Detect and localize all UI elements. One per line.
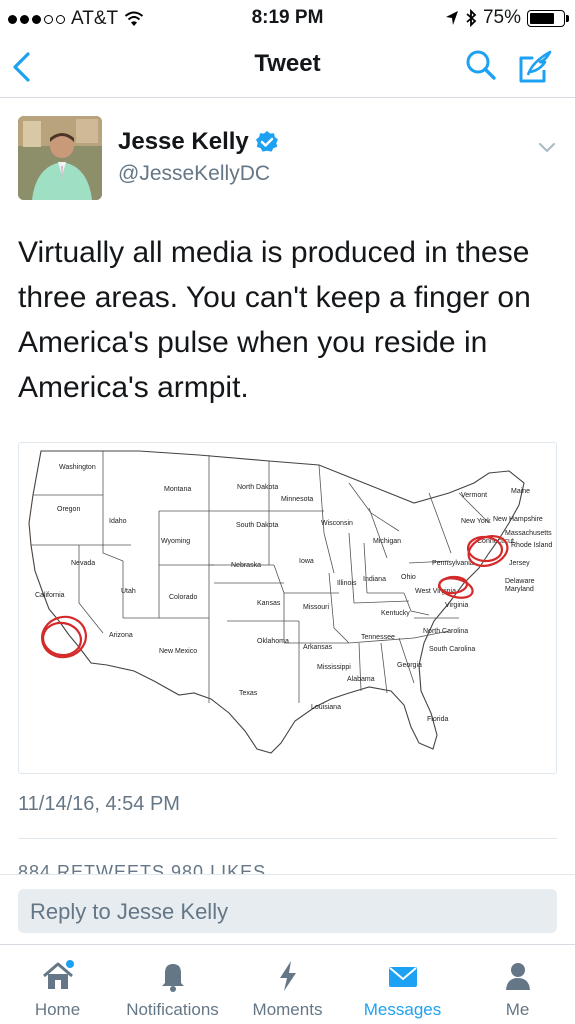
tab-home[interactable]: Home (0, 945, 115, 1024)
map-state-label: Virginia (445, 602, 468, 609)
author-name[interactable]: Jesse Kelly (118, 128, 249, 156)
map-state-label: North Dakota (237, 484, 278, 491)
map-state-label: Idaho (109, 518, 127, 525)
avatar[interactable] (18, 116, 102, 200)
map-state-label: California (35, 592, 65, 599)
map-state-label: New Mexico (159, 648, 197, 655)
tab-notifications[interactable]: Notifications (115, 945, 230, 1024)
tab-notifications-label: Notifications (126, 1000, 219, 1019)
map-state-label: Texas (239, 690, 258, 697)
map-state-label: Delaware (505, 578, 535, 585)
map-state-label: South Carolina (429, 646, 475, 653)
map-state-label: New Hampshire (493, 516, 543, 523)
map-state-label: New York (461, 518, 491, 525)
map-state-label: Nevada (71, 560, 95, 567)
tweet-stats-text[interactable]: 884 RETWEETS 980 LIKES (18, 862, 266, 874)
map-state-label: Arizona (109, 632, 133, 639)
bluetooth-icon (466, 9, 477, 27)
reply-bar: Reply to Jesse Kelly (0, 874, 575, 944)
tweet-header: Jesse Kelly @JesseKellyDC (0, 98, 575, 208)
map-state-label: Oklahoma (257, 638, 289, 645)
map-state-label: South Dakota (236, 522, 279, 529)
location-arrow-icon (445, 11, 458, 25)
map-state-label: Louisiana (311, 704, 341, 711)
tab-moments-label: Moments (252, 1000, 323, 1019)
map-state-label: Alabama (347, 676, 375, 683)
battery-icon (527, 9, 569, 27)
map-state-label: Jersey (509, 560, 530, 567)
author-handle[interactable]: @JesseKellyDC (118, 162, 270, 186)
map-state-label: Nebraska (231, 562, 261, 569)
map-state-label: Tennessee (361, 634, 395, 641)
chevron-down-icon[interactable] (536, 136, 558, 158)
map-state-label: Wyoming (161, 538, 190, 545)
map-state-label: Minnesota (281, 496, 313, 503)
map-state-label: Oregon (57, 506, 80, 513)
battery-percent: 75% (482, 7, 521, 28)
map-state-label: Vermont (461, 492, 487, 499)
map-state-label: Missouri (303, 604, 330, 611)
tweet-stats[interactable]: 884 RETWEETS 980 LIKES (18, 858, 557, 874)
map-state-label: Arkansas (303, 644, 333, 651)
map-state-label: Michigan (373, 538, 401, 545)
compose-icon[interactable] (516, 48, 554, 86)
map-state-label: Pennsylvania (432, 560, 474, 567)
map-state-label: Massachusetts (505, 530, 552, 537)
map-state-label: Washington (59, 464, 96, 471)
map-state-label: Rhode Island (511, 542, 552, 549)
tab-home-label: Home (34, 1000, 81, 1019)
map-state-label: Mississippi (317, 664, 351, 671)
map-state-label: Wisconsin (321, 520, 353, 527)
tab-bar: Home Notifications Moments Messages Me (0, 944, 575, 1024)
person-icon (505, 963, 530, 990)
map-state-label: Maine (511, 488, 530, 495)
map-state-label: Florida (427, 716, 449, 723)
tweet-text: Virtually all media is produced in these… (18, 236, 531, 404)
divider (18, 838, 557, 839)
map-state-label: North Carolina (423, 628, 468, 635)
nav-bar: Tweet (0, 36, 575, 98)
map-state-label: Iowa (299, 558, 314, 565)
map-state-label: Ohio (401, 574, 416, 581)
bell-icon (161, 964, 184, 992)
author-name-row[interactable]: Jesse Kelly (118, 128, 279, 156)
reply-input[interactable]: Reply to Jesse Kelly (18, 889, 557, 933)
map-state-label: Montana (164, 486, 191, 493)
tab-me-label: Me (505, 1000, 530, 1019)
tab-messages[interactable]: Messages (345, 945, 460, 1024)
tweet-media-map[interactable]: Washington Montana North Dakota Minnesota Or… (18, 442, 557, 774)
tab-me[interactable]: Me (460, 945, 575, 1024)
status-bar: AT&T 8:19 PM 75% (0, 0, 575, 36)
map-state-label: Illinois (337, 580, 357, 587)
envelope-icon (388, 967, 417, 987)
map-state-label: Colorado (169, 594, 198, 601)
tab-moments[interactable]: Moments (230, 945, 345, 1024)
status-right: 75% (445, 7, 569, 29)
search-icon[interactable] (463, 48, 499, 84)
map-state-label: Utah (121, 588, 136, 595)
tab-messages-label: Messages (363, 1000, 442, 1019)
map-state-label: Maryland (505, 586, 534, 593)
map-state-label: Georgia (397, 662, 422, 669)
us-map-image: Washington Montana North DakotaMinnesota Or… (28, 450, 552, 754)
home-icon (42, 960, 74, 989)
map-state-label: Kansas (257, 600, 281, 607)
verified-badge-icon (255, 131, 278, 152)
tweet-timestamp: 11/14/16, 4:54 PM (18, 793, 180, 815)
lightning-icon (279, 961, 296, 991)
map-state-label: Indiana (363, 576, 386, 583)
map-state-label: Kentucky (381, 610, 410, 617)
